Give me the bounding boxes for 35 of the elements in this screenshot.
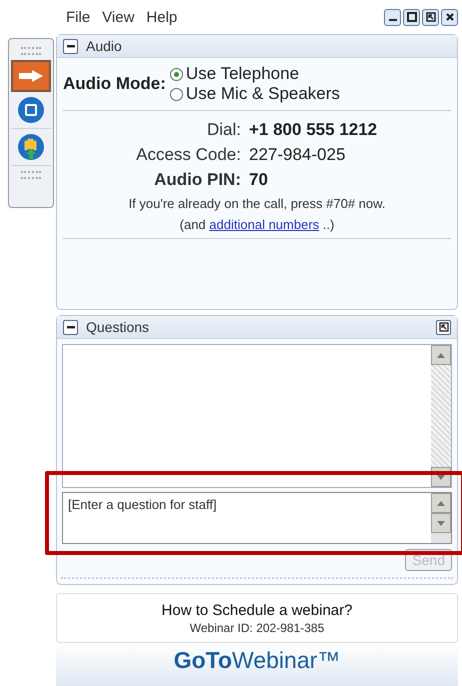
field-label: Dial:	[206, 119, 241, 141]
field-label: Access Code:	[135, 144, 241, 166]
field-label: Audio PIN:	[153, 169, 241, 191]
minimize-icon[interactable]	[384, 8, 401, 26]
menu-item[interactable]: View	[102, 8, 134, 26]
menu-item[interactable]: File	[66, 8, 90, 26]
grip-handle[interactable]	[21, 171, 41, 179]
collapse-icon[interactable]	[63, 38, 78, 54]
maximize-icon[interactable]	[403, 8, 420, 26]
instruction-text: If you're already on the call, press #70# now.	[128, 196, 386, 211]
panel-title: Questions	[86, 319, 150, 335]
scroll-down-icon[interactable]	[431, 513, 451, 533]
window-icon[interactable]	[17, 96, 45, 124]
field-value: 227-984-025	[249, 144, 346, 166]
scroll-up-icon[interactable]	[431, 493, 451, 513]
raise-hand-icon[interactable]	[17, 133, 45, 161]
audio-mode-label: Audio Mode:	[63, 74, 166, 94]
scroll-up-icon[interactable]	[431, 345, 451, 365]
field-value: 70	[249, 169, 269, 191]
grip-handle[interactable]	[21, 47, 41, 55]
collapse-icon[interactable]	[63, 320, 78, 334]
popout-icon[interactable]	[436, 320, 451, 334]
webinar-title: How to Schedule a webinar?	[162, 602, 352, 618]
webinar-id: Webinar ID: 202-981-385	[190, 620, 324, 634]
parenthesis-text: (and	[180, 217, 206, 232]
parenthesis-text: ..)	[322, 217, 334, 232]
close-icon[interactable]	[441, 8, 458, 26]
panel-title: Audio	[86, 38, 122, 54]
additional-numbers-link[interactable]: additional numbers	[209, 217, 320, 232]
field-value: +1 800 555 1212	[249, 119, 378, 141]
restore-icon[interactable]	[422, 8, 439, 26]
radio-option[interactable]: Use Mic & Speakers	[170, 84, 340, 104]
menu-item[interactable]: Help	[146, 8, 178, 26]
radio-option[interactable]: Use Telephone	[170, 64, 340, 84]
logo: GoToWebinar™	[174, 647, 340, 675]
